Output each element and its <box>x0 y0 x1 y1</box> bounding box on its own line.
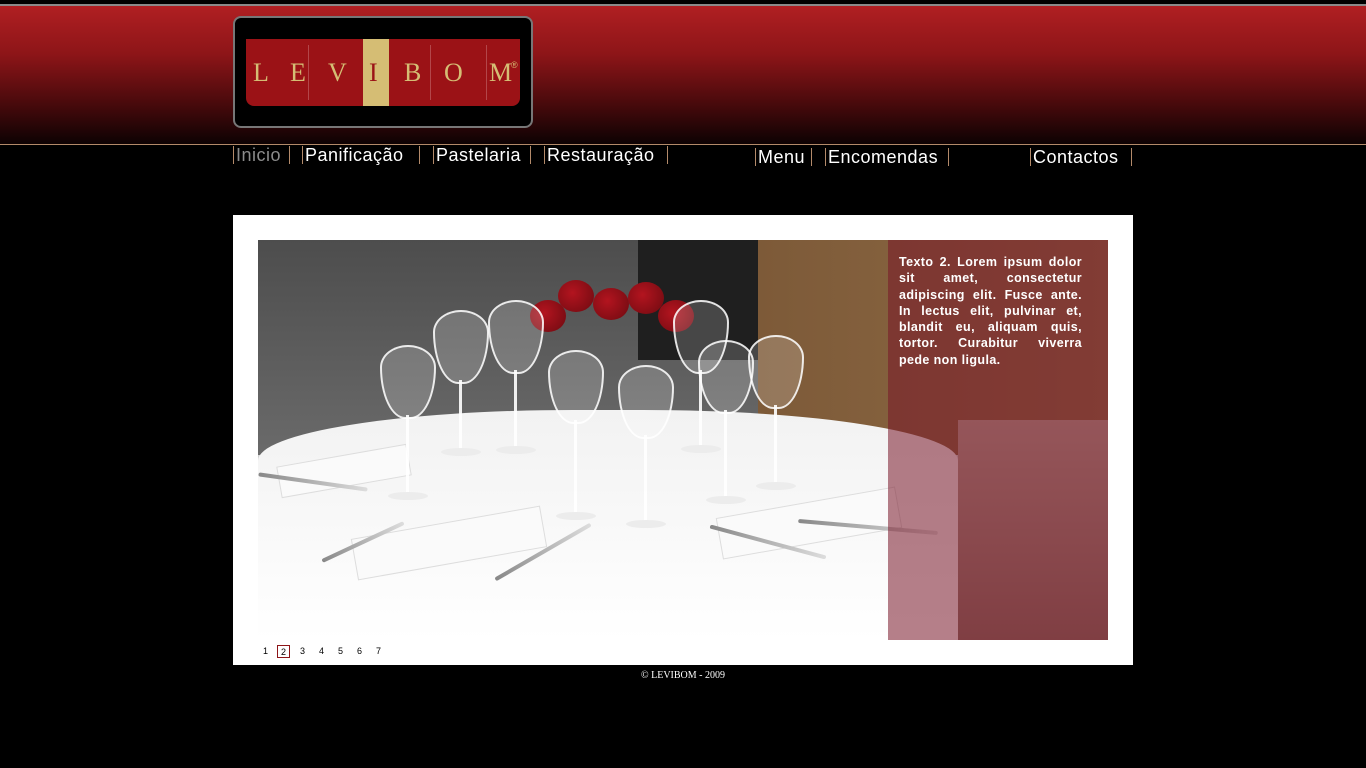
logo-letter: O <box>444 58 463 87</box>
logo-divider <box>430 45 431 100</box>
nav-divider-line <box>0 144 1366 145</box>
logo-letter: E <box>290 58 306 87</box>
footer-copyright: © LEVIBOM - 2009 <box>641 670 725 681</box>
pager-item[interactable]: 4 <box>315 645 328 658</box>
nav-item-encomendas[interactable]: Encomendas <box>825 148 949 166</box>
logo-letter: M <box>489 58 513 87</box>
nav-item-contactos[interactable]: Contactos <box>1030 148 1132 166</box>
nav-item-inicio[interactable]: Inicio <box>233 146 290 164</box>
pager-item[interactable]: 5 <box>334 645 347 658</box>
slideshow-caption: Texto 2. Lorem ipsum dolor sit amet, con… <box>899 255 1082 367</box>
nav-item-menu[interactable]: Menu <box>755 148 812 166</box>
logo-letter: B <box>404 58 422 87</box>
logo-letter: V <box>328 58 347 87</box>
nav-item-pastelaria[interactable]: Pastelaria <box>433 146 531 164</box>
nav-item-restauracao[interactable]: Restauração <box>544 146 668 164</box>
pager-item[interactable]: 6 <box>353 645 366 658</box>
header-band <box>0 6 1366 144</box>
pager-item[interactable]: 1 <box>259 645 272 658</box>
pager-item-current[interactable]: 2 <box>277 645 290 658</box>
logo-divider <box>486 45 487 100</box>
pager-item[interactable]: 3 <box>296 645 309 658</box>
logo-divider <box>308 45 309 100</box>
logo-registered-mark: ® <box>511 60 518 70</box>
pager-item[interactable]: 7 <box>372 645 385 658</box>
logo-letter: I <box>369 58 378 87</box>
nav-item-panificacao[interactable]: Panificação <box>302 146 420 164</box>
logo-letter: L <box>253 58 269 87</box>
